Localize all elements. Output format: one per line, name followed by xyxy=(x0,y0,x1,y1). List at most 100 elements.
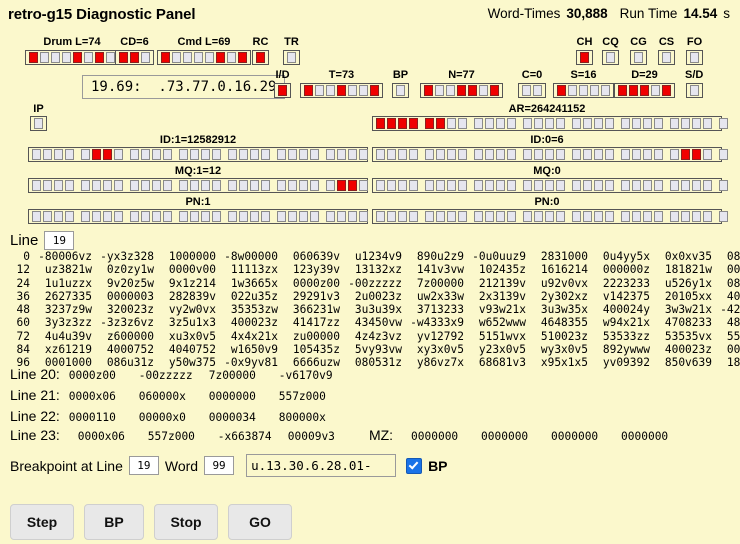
lamp-box[interactable] xyxy=(630,50,647,66)
lamp-gap xyxy=(664,189,669,190)
lamp xyxy=(409,149,418,160)
tail-line-value: 00000x0 xyxy=(138,411,186,424)
dump-address: 84 xyxy=(16,343,30,357)
lamp-group-label: RC xyxy=(252,36,269,48)
tail-line-label: Line 21: xyxy=(10,387,60,403)
register-lamp-box[interactable] xyxy=(372,147,728,162)
lamp-box[interactable] xyxy=(658,50,675,66)
lamp-box[interactable] xyxy=(157,50,251,66)
dump-word: 0u4yy5x xyxy=(602,250,650,263)
lamp-box[interactable] xyxy=(576,50,593,66)
lamp-group-label: CS xyxy=(658,36,675,48)
register-lamp-box[interactable] xyxy=(372,178,728,193)
dump-word: v142375 xyxy=(602,289,650,303)
lamp-gap xyxy=(566,220,571,221)
dump-word: 102435z xyxy=(478,263,526,277)
lamp-box[interactable] xyxy=(283,50,300,66)
stop-button[interactable]: Stop xyxy=(154,504,218,540)
lamp-gap xyxy=(713,158,718,159)
lamp-gap xyxy=(75,158,80,159)
lamp xyxy=(287,52,296,64)
lamp-box[interactable] xyxy=(274,83,291,99)
dump-word: 0x0xv35 xyxy=(664,250,712,263)
lamp xyxy=(179,180,188,191)
breakpoint-line-input[interactable]: 19 xyxy=(128,456,159,475)
register-lamp-box[interactable] xyxy=(28,178,384,193)
lamp-box[interactable] xyxy=(518,83,546,99)
lamp xyxy=(507,118,516,129)
register-lamp-box[interactable] xyxy=(372,116,728,131)
register-lamp-box[interactable] xyxy=(28,147,384,162)
lamp xyxy=(523,118,532,129)
line-23-value: 557z000 xyxy=(147,430,195,443)
lamp-gap xyxy=(566,189,571,190)
lamp xyxy=(130,52,139,64)
lamp xyxy=(556,149,565,160)
dump-word: uw2x33w xyxy=(416,289,464,303)
register-lamp-box[interactable] xyxy=(372,209,728,224)
line-selector-input[interactable]: 19 xyxy=(44,231,75,250)
dump-word: vy2w0vx xyxy=(168,303,216,317)
step-button[interactable]: Step xyxy=(10,504,74,540)
lamp-box[interactable] xyxy=(602,50,619,66)
lamp xyxy=(533,85,542,97)
go-button[interactable]: GO xyxy=(228,504,292,540)
lamp xyxy=(670,149,679,160)
register-label: ID:0=6 xyxy=(530,134,564,146)
register-lamp-box[interactable] xyxy=(28,209,384,224)
lamp xyxy=(348,85,357,97)
lamp-group-n-77: N=77 xyxy=(420,69,503,100)
lamp xyxy=(376,180,385,191)
lamp xyxy=(605,211,614,222)
lamp xyxy=(485,211,494,222)
lamp-box[interactable] xyxy=(252,50,269,66)
lamp-box[interactable] xyxy=(614,83,675,99)
lamp xyxy=(436,211,445,222)
lamp-gap xyxy=(517,158,522,159)
lamp-box[interactable] xyxy=(686,50,703,66)
lamp-box[interactable] xyxy=(300,83,383,99)
lamp-group-s-16: S=16 xyxy=(553,69,614,100)
lamp xyxy=(409,211,418,222)
line-23-value: 00009v3 xyxy=(287,430,335,443)
line-23-row: Line 23: 0000x06 557z000 -x663874 00009v3 M… xyxy=(10,427,691,445)
lamp xyxy=(92,211,101,222)
lamp xyxy=(179,211,188,222)
dump-word: 4708233 xyxy=(664,316,712,330)
lamp xyxy=(239,149,248,160)
lamp-box[interactable] xyxy=(392,83,409,99)
dump-word: 1000000 xyxy=(168,250,216,263)
tail-line-value: 800000x xyxy=(278,411,326,424)
register-lamp-box[interactable] xyxy=(30,116,47,131)
lamp-group-label: CQ xyxy=(602,36,619,48)
lamp-gap xyxy=(615,220,620,221)
bp-button[interactable]: BP xyxy=(84,504,144,540)
lamp xyxy=(163,211,172,222)
lamp xyxy=(81,180,90,191)
lamp xyxy=(201,211,210,222)
lamp xyxy=(507,211,516,222)
breakpoint-word-input[interactable]: 99 xyxy=(204,456,235,475)
lamp-box[interactable] xyxy=(115,50,154,66)
dump-word: u92v0vx xyxy=(540,276,588,290)
register-row-pn1: PN:1 xyxy=(28,196,384,224)
lamp-box[interactable] xyxy=(685,83,703,99)
lamp xyxy=(425,211,434,222)
lamp-box[interactable] xyxy=(553,83,614,99)
dump-word: xz61219 xyxy=(44,343,92,357)
lamp-group-label: S/D xyxy=(685,69,704,81)
breakpoint-checkbox[interactable] xyxy=(406,457,423,474)
lamp xyxy=(681,211,690,222)
register-row-mq1: MQ:1=12 xyxy=(28,165,384,193)
lamp xyxy=(212,180,221,191)
lamp-box[interactable] xyxy=(25,50,119,66)
breakpoint-text-input[interactable]: u.13.30.6.28.01- xyxy=(246,454,397,477)
tail-line-values: 0000x06 060000x 0000000 557z000 xyxy=(69,390,349,403)
lamp xyxy=(288,180,297,191)
lamp-group-label: CH xyxy=(576,36,593,48)
lamp-box[interactable] xyxy=(420,83,503,99)
lamp xyxy=(496,118,505,129)
lamp-gap xyxy=(320,158,325,159)
lamp xyxy=(496,211,505,222)
lamp xyxy=(73,52,82,64)
